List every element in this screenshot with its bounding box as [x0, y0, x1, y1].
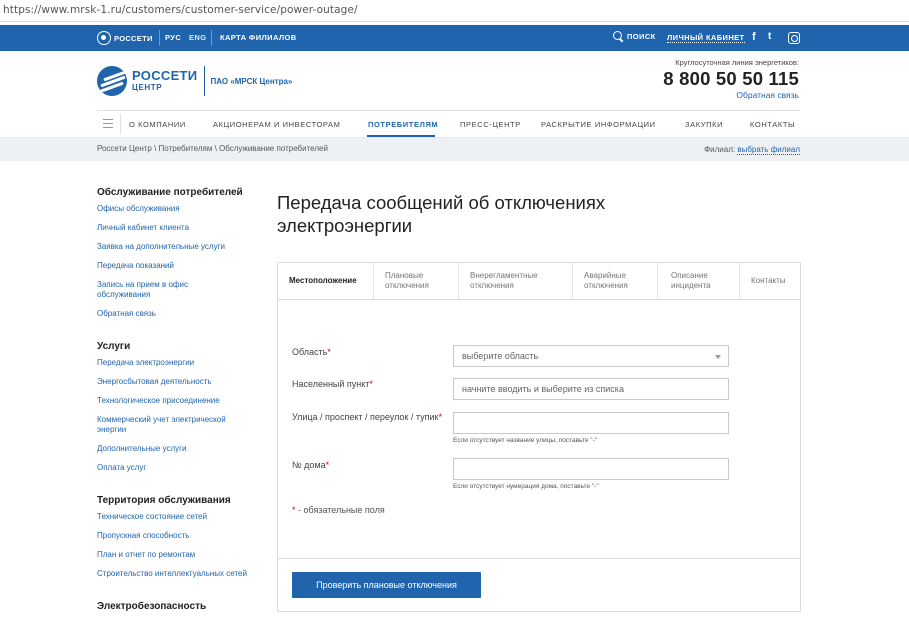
brand-sub: ЦЕНТР [132, 83, 163, 92]
required-mark: * [438, 412, 442, 422]
feedback-link[interactable]: Обратная связь [663, 90, 799, 100]
sidebar-item[interactable]: Дополнительные услуги [97, 444, 257, 454]
rosseti-logo-icon [97, 31, 111, 45]
hotline-number[interactable]: 8 800 50 50 115 [663, 68, 799, 90]
divider [204, 66, 206, 96]
hotline: Круглосуточная линия энергетиков: 8 800 … [663, 58, 799, 100]
step-tabs: Местоположение Плановые отключения Внере… [278, 263, 800, 300]
divider [278, 558, 800, 559]
street-input[interactable] [453, 412, 729, 434]
sidebar-item[interactable]: План и отчет по ремонтам [97, 550, 257, 560]
divider [211, 30, 212, 46]
hotline-caption: Круглосуточная линия энергетиков: [675, 58, 799, 67]
search-icon [613, 31, 624, 42]
tab-emergency-outages[interactable]: Аварийные отключения [573, 263, 658, 299]
sidebar-item[interactable]: Обратная связь [97, 309, 257, 319]
required-note: * - обязательные поля [292, 505, 385, 515]
top-bar: РОССЕТИ РУС ENG КАРТА ФИЛИАЛОВ ПОИСК ЛИЧ… [0, 25, 909, 51]
instagram-icon[interactable] [788, 32, 800, 44]
street-label: Улица / проспект / переулок / тупик* [292, 412, 442, 422]
required-mark: * [327, 347, 331, 357]
house-input[interactable] [453, 458, 729, 480]
tab-planned-outages[interactable]: Плановые отключения [374, 263, 459, 299]
divider [120, 114, 121, 134]
sidebar: Обслуживание потребителей Офисы обслужив… [97, 187, 257, 618]
branch-select-link[interactable]: выбрать филиал [737, 145, 800, 155]
nav-consumers[interactable]: ПОТРЕБИТЕЛЯМ [368, 120, 438, 129]
brand-logo[interactable]: РОССЕТИ ЦЕНТР ПАО «МРСК Центра» [97, 66, 292, 96]
divider [159, 30, 160, 46]
twitter-icon[interactable]: t [768, 31, 771, 42]
browser-url[interactable]: https://www.mrsk-1.ru/customers/customer… [3, 4, 358, 16]
nav-purchases[interactable]: ЗАКУПКИ [685, 120, 723, 129]
top-logo[interactable]: РОССЕТИ [97, 31, 153, 45]
brand-name: РОССЕТИ [132, 68, 198, 83]
lang-en[interactable]: ENG [189, 33, 206, 42]
sidebar-item[interactable]: Коммерческий учет электрической энергии [97, 415, 247, 435]
sidebar-item[interactable]: Личный кабинет клиента [97, 223, 257, 233]
nav-contacts[interactable]: КОНТАКТЫ [750, 120, 795, 129]
sidebar-item[interactable]: Запись на прием в офис обслуживания [97, 280, 217, 300]
sidebar-item[interactable]: Техническое состояние сетей [97, 512, 257, 522]
rosseti-globe-icon [97, 66, 127, 96]
sidebar-section-title: Услуги [97, 341, 131, 352]
house-label: № дома* [292, 460, 330, 470]
page-title: Передача сообщений об отключениях электр… [277, 192, 606, 236]
sidebar-item[interactable]: Офисы обслуживания [97, 204, 257, 214]
branch-selector: Филиал: выбрать филиал [704, 145, 800, 155]
breadcrumb[interactable]: Россети Центр \ Потребителям \ Обслужива… [97, 144, 328, 153]
tab-location[interactable]: Местоположение [278, 263, 374, 299]
sidebar-item[interactable]: Энергосбытовая деятельность [97, 377, 257, 387]
search-label: ПОИСК [627, 32, 656, 41]
region-label: Область* [292, 347, 331, 357]
sidebar-section-title: Обслуживание потребителей [97, 187, 243, 198]
main-nav: О КОМПАНИИ АКЦИОНЕРАМ И ИНВЕСТОРАМ ПОТРЕ… [97, 110, 800, 137]
locality-input[interactable]: начните вводить и выберите из списка [453, 378, 729, 400]
street-hint: Если отсутствует название улицы, поставь… [453, 437, 598, 444]
search-button[interactable]: ПОИСК [613, 31, 656, 42]
breadcrumb-bar: Россети Центр \ Потребителям \ Обслужива… [0, 137, 909, 161]
org-name: ПАО «МРСК Центра» [210, 76, 293, 86]
locality-label: Населенный пункт* [292, 379, 373, 389]
brand-names: РОССЕТИ ЦЕНТР [132, 69, 197, 93]
sidebar-item[interactable]: Передача показаний [97, 261, 257, 271]
personal-cabinet-link[interactable]: ЛИЧНЫЙ КАБИНЕТ [667, 33, 745, 43]
nav-disclosure[interactable]: РАСКРЫТИЕ ИНФОРМАЦИИ [541, 120, 656, 129]
check-planned-outages-button[interactable]: Проверить плановые отключения [292, 572, 481, 598]
sidebar-section-title: Электробезопасность [97, 601, 207, 612]
required-mark: * [369, 379, 373, 389]
sidebar-item[interactable]: Пропускная способность [97, 531, 257, 541]
tab-incident-description[interactable]: Описание инцидента [658, 263, 740, 299]
sidebar-item[interactable]: Оплата услуг [97, 463, 257, 473]
sidebar-item[interactable]: Передача электроэнергии [97, 358, 257, 368]
nav-investors[interactable]: АКЦИОНЕРАМ И ИНВЕСТОРАМ [213, 120, 340, 129]
facebook-icon[interactable]: f [752, 31, 756, 43]
top-logo-text: РОССЕТИ [114, 33, 153, 43]
house-hint: Если отсутствует нумерация дома, поставь… [453, 483, 599, 490]
sidebar-section-title: Территория обслуживания [97, 495, 231, 506]
menu-icon[interactable] [103, 119, 113, 128]
tab-unscheduled-outages[interactable]: Внерегламентные отключения [459, 263, 573, 299]
nav-press-center[interactable]: ПРЕСС-ЦЕНТР [460, 120, 521, 129]
nav-about[interactable]: О КОМПАНИИ [129, 120, 186, 129]
outage-form-panel: Местоположение Плановые отключения Внере… [277, 262, 801, 612]
lang-ru[interactable]: РУС [165, 33, 181, 42]
sidebar-item[interactable]: Строительство интеллектуальных сетей [97, 569, 247, 579]
sidebar-item[interactable]: Технологическое присоединение [97, 396, 257, 406]
tab-contacts[interactable]: Контакты [740, 263, 800, 299]
sidebar-item[interactable]: Заявка на дополнительные услуги [97, 242, 257, 252]
region-select[interactable]: выберите область [453, 345, 729, 367]
branch-label: Филиал: [704, 145, 736, 154]
required-mark: * [325, 460, 330, 470]
browser-address-bar[interactable]: https://www.mrsk-1.ru/customers/customer… [0, 0, 909, 22]
branches-map-link[interactable]: КАРТА ФИЛИАЛОВ [220, 33, 297, 42]
